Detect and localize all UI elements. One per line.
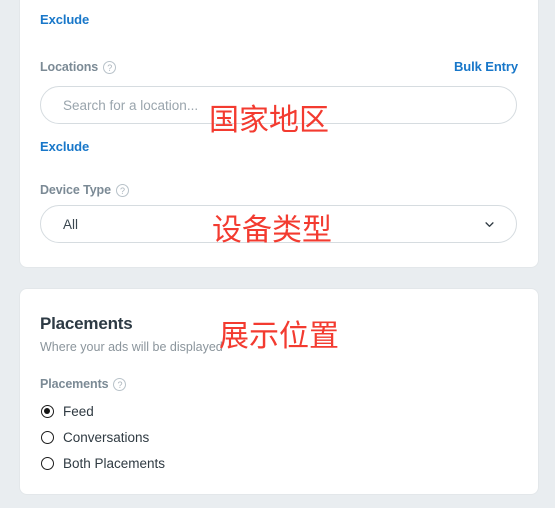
locations-label-text: Locations [40, 60, 99, 74]
placement-option-feed[interactable]: Feed [41, 404, 94, 419]
help-circle-icon[interactable]: ? [103, 60, 117, 74]
bulk-entry-link[interactable]: Bulk Entry [454, 59, 518, 74]
radio-feed[interactable] [41, 405, 54, 418]
placements-card: Placements Where your ads will be displa… [19, 288, 539, 495]
settings-page: Exclude Locations ? Bulk Entry Exclude D… [0, 0, 555, 508]
radio-both-placements[interactable] [41, 457, 54, 470]
device-type-value: All [63, 216, 79, 232]
help-circle-icon[interactable]: ? [113, 377, 127, 391]
placement-option-label: Conversations [63, 430, 150, 445]
placement-option-conversations[interactable]: Conversations [41, 430, 149, 445]
locations-search-input[interactable] [40, 86, 517, 124]
exclude-audiences-link[interactable]: Exclude [40, 12, 89, 27]
device-type-select[interactable]: All [40, 205, 517, 243]
placement-option-both[interactable]: Both Placements [41, 456, 165, 471]
locations-label: Locations ? [40, 60, 117, 74]
radio-conversations[interactable] [41, 431, 54, 444]
exclude-locations-link[interactable]: Exclude [40, 139, 89, 154]
help-circle-icon[interactable]: ? [115, 183, 129, 197]
placement-option-label: Feed [63, 404, 94, 419]
placements-field-label-text: Placements [40, 377, 109, 391]
device-type-label-text: Device Type [40, 183, 111, 197]
chevron-down-icon [485, 221, 494, 227]
device-type-label: Device Type ? [40, 183, 129, 197]
placements-section-title: Placements [40, 314, 133, 333]
placements-field-label: Placements ? [40, 377, 127, 391]
placements-section-subtitle: Where your ads will be displayed [40, 340, 223, 354]
targeting-card: Exclude Locations ? Bulk Entry Exclude D… [19, 0, 539, 268]
placement-option-label: Both Placements [63, 456, 166, 471]
